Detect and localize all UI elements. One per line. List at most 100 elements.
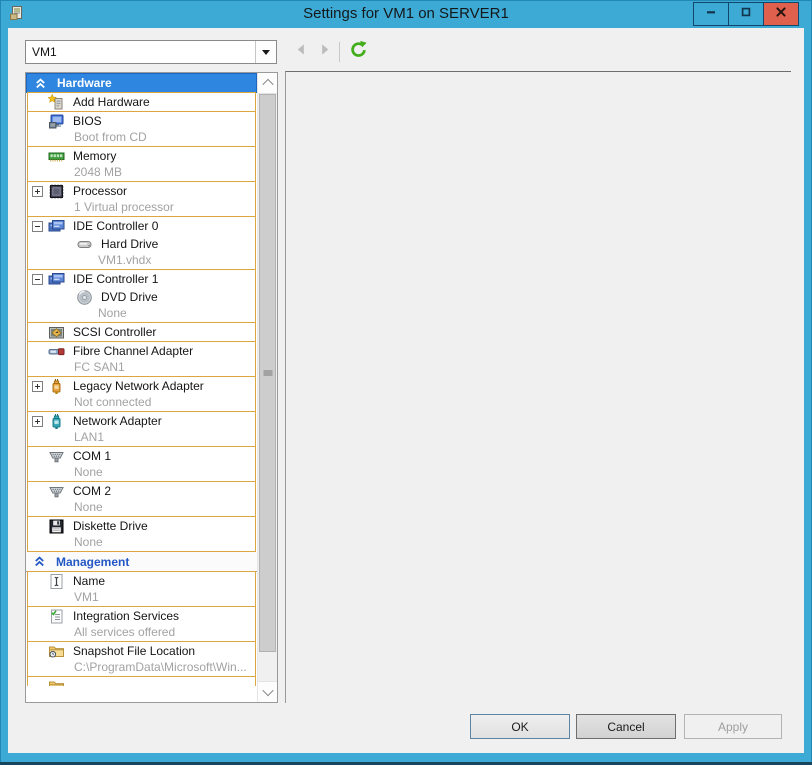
settings-navigation-list: HardwareAdd HardwareBIOSBoot from CDMemo… xyxy=(25,72,278,703)
sidebar-item-com-2[interactable]: COM 2None xyxy=(27,481,256,517)
item-label: Add Hardware xyxy=(73,95,150,109)
collapse-icon[interactable] xyxy=(32,274,43,285)
sidebar-item-integration-services[interactable]: Integration Services All services offered xyxy=(27,606,256,642)
sidebar-item-network-adapter[interactable]: Network Adapter LAN1 xyxy=(27,411,256,447)
section-header-management[interactable]: Management xyxy=(26,552,257,572)
item-label: Hard Drive xyxy=(101,237,158,251)
ide-controller-icon xyxy=(48,271,65,288)
sidebar-item-snapshot-file-location[interactable]: Snapshot File LocationC:\ProgramData\Mic… xyxy=(27,641,256,677)
sidebar-item-memory[interactable]: Memory 2048 MB xyxy=(27,146,256,182)
window: Settings for VM1 on SERVER1 VM1 Hardware… xyxy=(0,0,812,765)
item-label: Integration Services xyxy=(73,609,179,623)
sidebar-item-name[interactable]: Name VM1 xyxy=(27,571,256,607)
scroll-up-button[interactable] xyxy=(258,73,277,94)
item-label: IDE Controller 1 xyxy=(73,272,158,286)
item-label: DVD Drive xyxy=(101,290,158,304)
refresh-button[interactable] xyxy=(347,41,369,63)
chevrons-up-icon xyxy=(35,78,46,89)
fibre-channel-icon xyxy=(48,343,65,360)
item-label: Legacy Network Adapter xyxy=(73,379,204,393)
sidebar-subitem-hard-drive[interactable]: Hard Drive xyxy=(28,235,255,253)
sidebar-item-com-1[interactable]: COM 1None xyxy=(27,446,256,482)
expand-icon[interactable] xyxy=(32,186,43,197)
scrollbar-grip-icon xyxy=(263,371,272,376)
toolbar-separator xyxy=(339,42,340,62)
item-sublabel: None xyxy=(28,500,255,516)
item-label: Name xyxy=(73,574,105,588)
item-sublabel: 2048 MB xyxy=(28,165,255,181)
maximize-icon xyxy=(740,5,752,23)
diskette-icon xyxy=(48,518,65,535)
scroll-down-button[interactable] xyxy=(258,681,277,702)
network-adapter-icon xyxy=(48,413,65,430)
item-label: IDE Controller 0 xyxy=(73,219,158,233)
minimize-button[interactable] xyxy=(694,3,728,25)
item-sublabel: Not connected xyxy=(28,395,255,411)
com-port-icon xyxy=(48,448,65,465)
minimize-icon xyxy=(705,5,717,23)
sidebar-item-processor[interactable]: Processor 1 Virtual processor xyxy=(27,181,256,217)
maximize-button[interactable] xyxy=(728,3,763,25)
item-sublabel: All services offered xyxy=(28,625,255,641)
vm-selector-value: VM1 xyxy=(26,41,255,63)
back-button xyxy=(291,42,311,62)
item-sublabel: None xyxy=(28,535,255,551)
item-sublabel: FC SAN1 xyxy=(28,360,255,376)
dialog-body: VM1 Hardware Add Hardware BIOS Boot from CD… xyxy=(8,28,804,753)
sidebar-item-diskette-drive[interactable]: Diskette Drive None xyxy=(27,516,256,552)
item-sublabel: LAN1 xyxy=(28,430,255,446)
collapse-icon[interactable] xyxy=(32,221,43,232)
expand-icon[interactable] xyxy=(32,381,43,392)
item-label: SCSI Controller xyxy=(73,325,156,339)
sidebar-item-legacy-network-adapter[interactable]: Legacy Network Adapter Not connected xyxy=(27,376,256,412)
section-label: Management xyxy=(56,555,129,569)
vm-selector[interactable]: VM1 xyxy=(25,40,277,64)
cancel-button[interactable]: Cancel xyxy=(576,714,676,739)
ide-controller-icon xyxy=(48,218,65,235)
integration-services-icon xyxy=(48,608,65,625)
processor-icon xyxy=(48,183,65,200)
refresh-icon xyxy=(349,40,368,64)
item-sublabel: None xyxy=(28,465,255,481)
memory-icon xyxy=(48,148,65,165)
bios-icon xyxy=(48,113,65,130)
back-icon xyxy=(294,42,309,62)
vm-selector-dropdown-button[interactable] xyxy=(255,41,276,63)
item-label: BIOS xyxy=(73,114,102,128)
sidebar-item-clipped[interactable] xyxy=(27,676,256,686)
item-label: Memory xyxy=(73,149,116,163)
item-label: Network Adapter xyxy=(73,414,162,428)
sidebar-item-ide-controller-0[interactable]: IDE Controller 0 Hard Drive VM1.vhdx xyxy=(27,216,256,270)
item-label: Diskette Drive xyxy=(73,519,148,533)
forward-button xyxy=(314,42,334,62)
folder-icon xyxy=(48,678,65,687)
item-sublabel: VM1 xyxy=(28,590,255,606)
settings-detail-panel xyxy=(285,71,791,703)
section-header-hardware[interactable]: Hardware xyxy=(26,73,257,93)
sidebar-item-bios[interactable]: BIOS Boot from CD xyxy=(27,111,256,147)
com-port-icon xyxy=(48,483,65,500)
ok-button[interactable]: OK xyxy=(470,714,570,739)
sidebar-item-fibre-channel-adapter[interactable]: Fibre Channel Adapter FC SAN1 xyxy=(27,341,256,377)
item-sublabel: VM1.vhdx xyxy=(28,253,255,269)
close-button[interactable] xyxy=(763,3,798,25)
sidebar-item-ide-controller-1[interactable]: IDE Controller 1 DVD Drive None xyxy=(27,269,256,323)
item-sublabel: None xyxy=(28,306,255,322)
titlebar: Settings for VM1 on SERVER1 xyxy=(0,0,812,28)
close-icon xyxy=(775,5,787,23)
caption-buttons xyxy=(693,2,799,26)
item-sublabel: Boot from CD xyxy=(28,130,255,146)
sidebar-scrollbar[interactable] xyxy=(257,73,277,702)
chevron-down-icon xyxy=(262,50,270,55)
item-label: Fibre Channel Adapter xyxy=(73,344,193,358)
sidebar-item-add-hardware[interactable]: Add Hardware xyxy=(27,92,256,112)
item-sublabel: 1 Virtual processor xyxy=(28,200,255,216)
chevron-down-icon xyxy=(262,685,273,696)
item-label: Processor xyxy=(73,184,127,198)
sidebar-item-scsi-controller[interactable]: SCSI Controller xyxy=(27,322,256,342)
item-label: Snapshot File Location xyxy=(73,644,195,658)
expand-icon[interactable] xyxy=(32,416,43,427)
scrollbar-thumb[interactable] xyxy=(259,94,276,652)
dvd-drive-icon xyxy=(76,289,93,306)
sidebar-subitem-dvd-drive[interactable]: DVD Drive xyxy=(28,288,255,306)
